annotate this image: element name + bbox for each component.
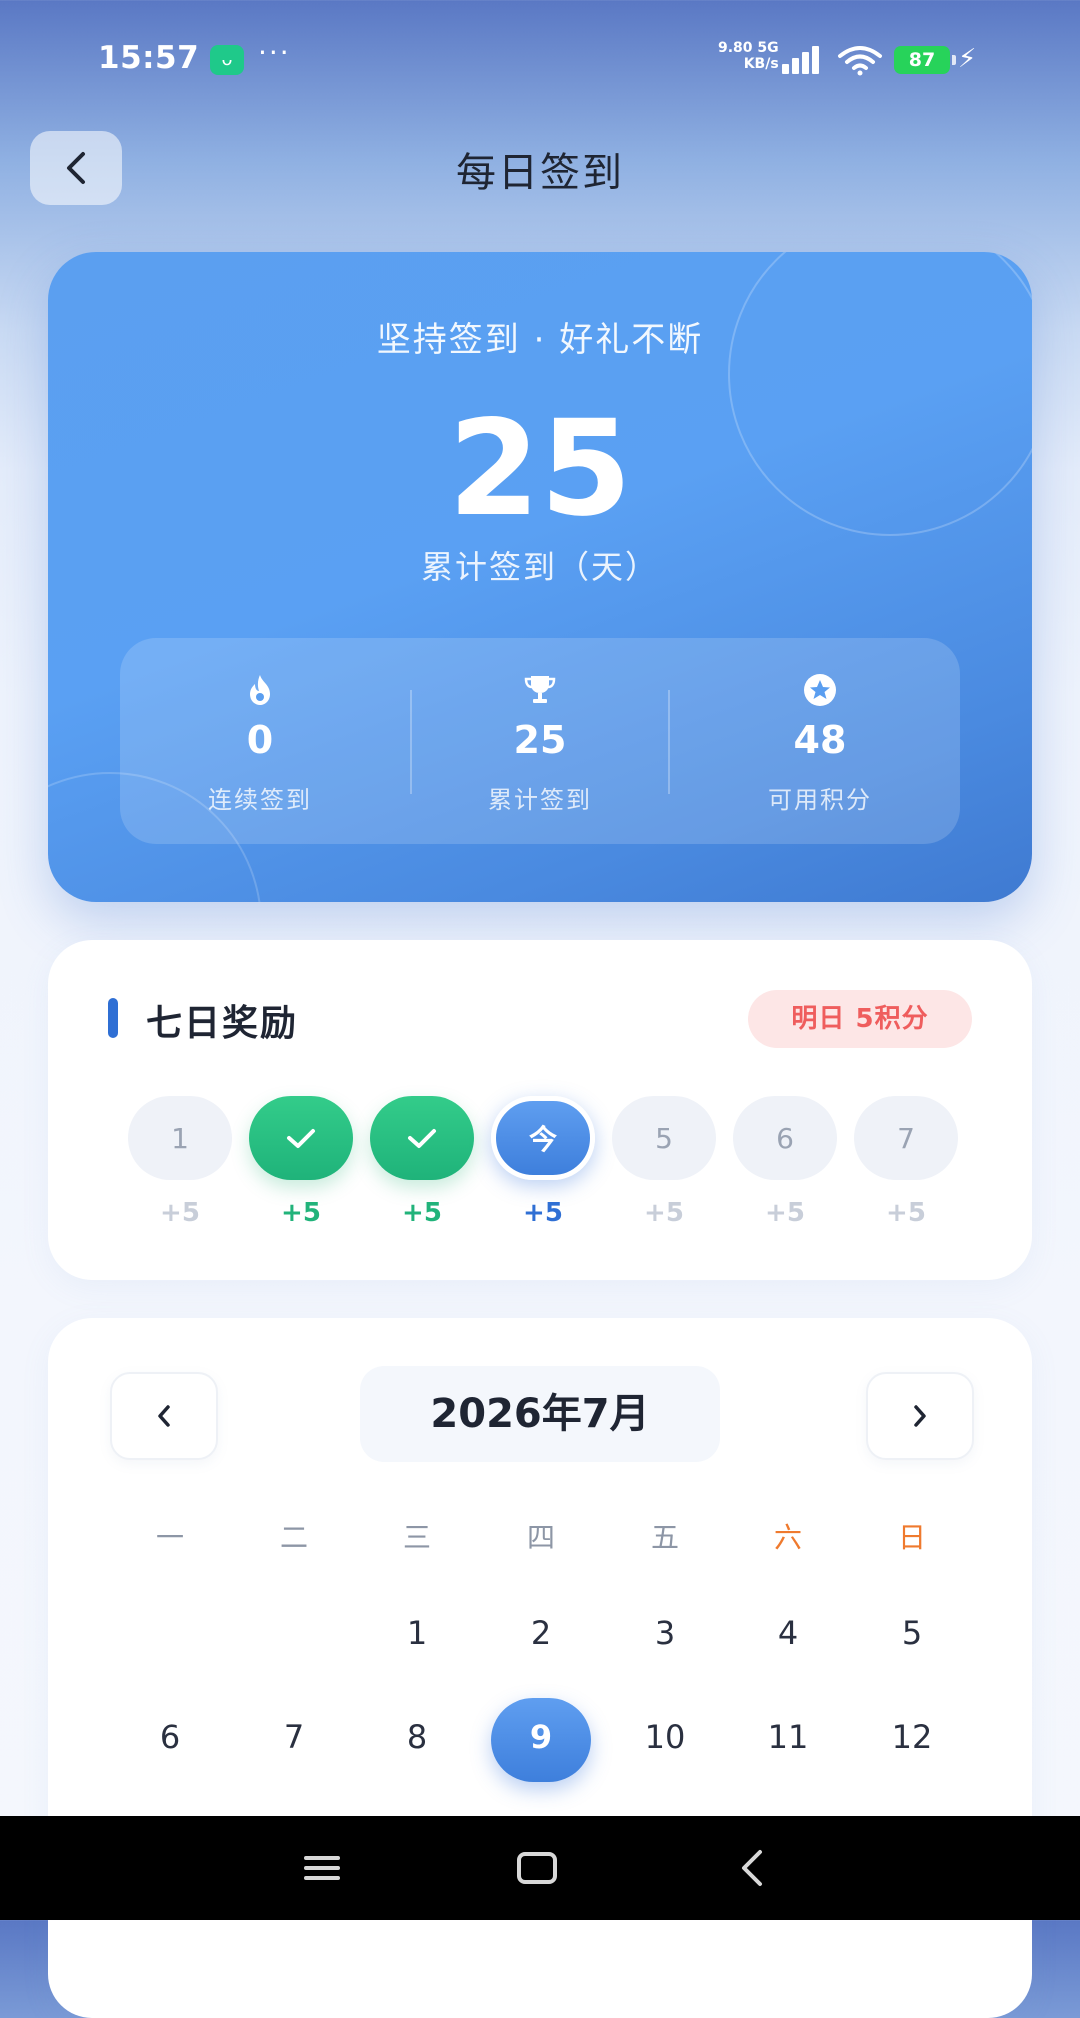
- day-circle: 5: [612, 1096, 716, 1180]
- net-speed-value: 9.80 5G: [718, 40, 779, 56]
- stat-value: 25: [513, 718, 567, 762]
- wifi-icon: [838, 46, 882, 76]
- reward-day-today[interactable]: 今 +5: [491, 1096, 595, 1228]
- net-speed: 9.80 5G KB/s: [718, 40, 779, 72]
- total-days-value: 25: [448, 392, 632, 546]
- status-more: ···: [258, 36, 291, 69]
- check-icon: [408, 1129, 436, 1148]
- chevron-left-icon: [158, 1405, 170, 1427]
- stat-points: 48 可用积分: [680, 638, 960, 844]
- day-points: +5: [644, 1198, 684, 1228]
- menu-icon[interactable]: [298, 1846, 348, 1890]
- status-time: 15:57: [98, 40, 200, 76]
- charging-icon: ⚡: [958, 44, 977, 74]
- calendar-day[interactable]: 10: [603, 1718, 727, 1756]
- day-points: +5: [281, 1198, 321, 1228]
- tomorrow-reward-badge: 明日 5积分: [748, 990, 972, 1048]
- stat-label: 累计签到: [488, 786, 592, 814]
- calendar-day[interactable]: 5: [850, 1614, 974, 1652]
- stat-value: 48: [793, 718, 847, 762]
- star-badge-icon: [804, 674, 836, 706]
- stat-label: 可用积分: [768, 786, 872, 814]
- weekday-label: 二: [279, 1521, 308, 1554]
- day-circle-done: [249, 1096, 353, 1180]
- calendar-day[interactable]: 8: [355, 1718, 479, 1756]
- calendar-month-title: 2026年7月: [360, 1366, 720, 1462]
- calendar-day[interactable]: 12: [850, 1718, 974, 1756]
- day-circle: 7: [854, 1096, 958, 1180]
- day-points: +5: [402, 1198, 442, 1228]
- day-points: +5: [523, 1198, 563, 1228]
- stat-value: 0: [246, 718, 274, 762]
- checkin-summary-card: 坚持签到 · 好礼不断 25 累计签到（天） 0 连续签到 25 累计签到 48…: [48, 252, 1032, 902]
- weekday-label: 五: [650, 1521, 679, 1554]
- day-points: +5: [765, 1198, 805, 1228]
- fire-icon: [250, 675, 270, 705]
- prev-month-button[interactable]: [110, 1372, 218, 1460]
- stat-total: 25 累计签到: [400, 638, 680, 844]
- battery-indicator: 87: [894, 46, 956, 74]
- calendar-day[interactable]: 11: [726, 1718, 850, 1756]
- hero-slogan: 坚持签到 · 好礼不断: [376, 320, 704, 360]
- chevron-right-icon: [914, 1405, 926, 1427]
- back-nav-icon[interactable]: [728, 1846, 778, 1890]
- calendar-day[interactable]: 1: [355, 1614, 479, 1652]
- day-circle-today[interactable]: 今: [491, 1096, 595, 1180]
- calendar-day[interactable]: 7: [232, 1718, 356, 1756]
- day-points: +5: [886, 1198, 926, 1228]
- day-circle-done: [370, 1096, 474, 1180]
- calendar-day[interactable]: 6: [108, 1718, 232, 1756]
- weekday-label: 三: [402, 1521, 431, 1554]
- stat-divider: [668, 690, 670, 794]
- calendar-day[interactable]: 2: [479, 1614, 603, 1652]
- check-icon: [287, 1129, 315, 1148]
- calendar-day[interactable]: 3: [603, 1614, 727, 1652]
- stat-streak: 0 连续签到: [120, 638, 400, 844]
- reward-day-6: 6 +5: [733, 1096, 837, 1228]
- weekday-label-weekend: 六: [773, 1521, 802, 1554]
- reward-day-1: 1 +5: [128, 1096, 232, 1228]
- home-icon[interactable]: [512, 1846, 562, 1890]
- weekday-label-weekend: 日: [897, 1521, 926, 1554]
- reward-day-3: +5: [370, 1096, 474, 1228]
- status-bar: 15:57 ᴗ ··· 9.80 5G KB/s 87 ⚡: [0, 0, 1080, 120]
- day-circle: 1: [128, 1096, 232, 1180]
- day-points: +5: [160, 1198, 200, 1228]
- total-days-label: 累计签到（天）: [420, 548, 659, 586]
- weekday-label: 一: [155, 1521, 184, 1554]
- page-title: 每日签到: [456, 150, 624, 196]
- mi-app-icon: ᴗ: [210, 45, 244, 75]
- reward-day-5: 5 +5: [612, 1096, 716, 1228]
- seven-day-reward-card: 七日奖励 明日 5积分 1 +5 +5 +5 今 +5 5 +5 6 +5 7 …: [48, 940, 1032, 1280]
- stat-label: 连续签到: [208, 786, 312, 814]
- calendar-day[interactable]: 4: [726, 1614, 850, 1652]
- reward-day-7: 7 +5: [854, 1096, 958, 1228]
- stats-panel: 0 连续签到 25 累计签到 48 可用积分: [120, 638, 960, 844]
- calendar-day-selected[interactable]: 9: [479, 1718, 603, 1756]
- trophy-icon: [524, 676, 556, 703]
- reward-day-2: +5: [249, 1096, 353, 1228]
- signal-icon: [782, 44, 826, 74]
- section-title: 七日奖励: [146, 1003, 299, 1044]
- next-month-button[interactable]: [866, 1372, 974, 1460]
- title-accent-bar: [108, 998, 118, 1038]
- weekday-label: 四: [526, 1521, 555, 1554]
- net-speed-unit: KB/s: [743, 56, 779, 72]
- system-nav-bar: [0, 1816, 1080, 1920]
- day-circle: 6: [733, 1096, 837, 1180]
